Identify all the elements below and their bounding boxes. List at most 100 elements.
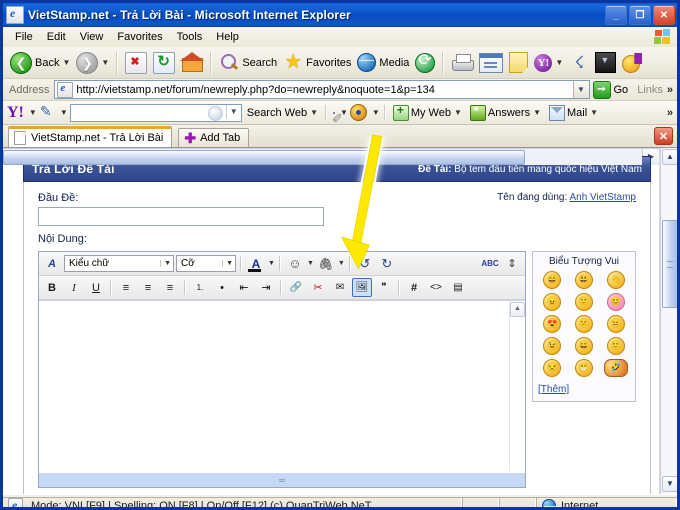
bold-button[interactable]: B	[42, 278, 62, 297]
smiley-wave[interactable]: 👋	[606, 271, 625, 289]
insert-html-button[interactable]: <>	[426, 278, 446, 297]
align-center-button[interactable]: ≡	[138, 278, 158, 297]
smiley-dropdown-icon[interactable]: ▼	[307, 260, 314, 267]
antispy-target-icon[interactable]	[349, 104, 367, 121]
font-color-dropdown-icon[interactable]: ▼	[268, 260, 275, 267]
menu-item-favorites[interactable]: Favorites	[110, 29, 169, 45]
hscroll-thumb[interactable]	[3, 150, 525, 165]
yahoo-dropdown-icon[interactable]: ▼	[555, 58, 563, 67]
restore-button[interactable]: ❐	[629, 5, 651, 25]
underline-button[interactable]: U	[86, 278, 106, 297]
menu-item-tools[interactable]: Tools	[170, 29, 210, 45]
antispy-dropdown-icon[interactable]: ▼	[372, 108, 380, 117]
answers-dropdown-icon[interactable]: ▼	[533, 108, 541, 117]
smiley-teeth[interactable]: 😁	[574, 359, 593, 377]
undo-button[interactable]: ↺	[355, 254, 375, 273]
ordered-list-button[interactable]: 1.	[190, 278, 210, 297]
vscroll-up-arrow-icon[interactable]: ▲	[662, 149, 677, 165]
indent-button[interactable]: ⇥	[256, 278, 276, 297]
scroll-up-arrow-icon[interactable]: ▲	[510, 302, 525, 317]
smiley-unamused[interactable]: 😒	[543, 359, 562, 377]
align-left-button[interactable]: ≡	[116, 278, 136, 297]
links-label[interactable]: Links	[633, 84, 667, 96]
print-button[interactable]	[448, 50, 476, 76]
forward-button[interactable]: ❯ ▼	[73, 50, 112, 76]
editor-text[interactable]	[44, 305, 508, 471]
smiley-love[interactable]: 😍	[543, 315, 562, 333]
history-button[interactable]	[412, 50, 438, 76]
editor-vertical-scrollbar[interactable]: ▲	[509, 301, 525, 471]
notes-button[interactable]	[506, 50, 531, 76]
my-web-dropdown-icon[interactable]: ▼	[454, 108, 462, 117]
research-button[interactable]: ☇	[566, 50, 592, 76]
home-button[interactable]	[178, 50, 206, 76]
insert-php-button[interactable]: ▤	[448, 278, 468, 297]
edit-button[interactable]	[476, 50, 506, 76]
expand-editor-button[interactable]: ⇕	[502, 254, 522, 273]
editor-horizontal-scrollbar[interactable]: ═	[39, 472, 525, 487]
go-button[interactable]: ➞ Go	[590, 80, 634, 99]
italic-button[interactable]: I	[64, 278, 84, 297]
smiley-button[interactable]: ☺	[285, 254, 305, 273]
unordered-list-button[interactable]: •	[212, 278, 232, 297]
back-dropdown-icon[interactable]: ▼	[62, 58, 70, 67]
menu-item-edit[interactable]: Edit	[40, 29, 73, 45]
insert-email-button[interactable]: ✉	[330, 278, 350, 297]
address-input[interactable]: http://vietstamp.net/forum/newreply.php?…	[54, 80, 590, 99]
pencil-dropdown-icon[interactable]: ▼	[60, 108, 68, 117]
pencil-icon[interactable]	[39, 103, 55, 121]
smiley-neutral[interactable]: 😐	[606, 315, 625, 333]
attach-button[interactable]: 🖇	[316, 254, 336, 273]
search-web-dropdown-icon[interactable]: ▼	[310, 108, 318, 117]
remove-link-button[interactable]: ✂	[308, 278, 328, 297]
minimize-button[interactable]: _	[605, 5, 627, 25]
tab-vietstamp[interactable]: VietStamp.net - Trả Lời Bài	[8, 126, 173, 147]
search-web-button[interactable]: Search Web ▼	[244, 106, 321, 120]
favorites-button[interactable]: ★ Favorites	[280, 50, 354, 76]
insert-code-hash-button[interactable]: #	[404, 278, 424, 297]
smilies-more-link[interactable]: [Thêm]	[538, 384, 569, 395]
answers-button[interactable]: Answers ▼	[467, 104, 544, 122]
hscroll-track[interactable]	[3, 149, 642, 165]
smiley-rofl[interactable]: 🤣	[603, 359, 628, 377]
editor-content-area[interactable]: ▲ ═	[39, 300, 525, 487]
menu-item-help[interactable]: Help	[209, 29, 246, 45]
insert-link-button[interactable]: 🔗	[286, 278, 306, 297]
attach-dropdown-icon[interactable]: ▼	[338, 260, 345, 267]
smiley-smile[interactable]: 🙂	[574, 293, 593, 311]
yahoo-logo-dropdown-icon[interactable]: ▼	[29, 108, 37, 117]
page-horizontal-scrollbar[interactable]: ▶	[3, 148, 659, 165]
yahoo-search-dropdown-icon[interactable]: ▼	[225, 104, 241, 119]
yahoo-search-input[interactable]: ▼	[69, 103, 242, 122]
smiley-plain[interactable]: 🙂	[606, 337, 625, 355]
font-style-icon[interactable]: A	[42, 254, 62, 273]
title-input[interactable]	[38, 207, 324, 226]
download-manager-button[interactable]	[592, 50, 619, 76]
menu-item-view[interactable]: View	[73, 29, 111, 45]
redo-button[interactable]: ↻	[377, 254, 397, 273]
yahoo-overflow-chevron[interactable]: »	[667, 107, 677, 119]
yahoo-logo-icon[interactable]: Y!	[7, 104, 24, 120]
smiley-wink[interactable]: 😉	[543, 337, 562, 355]
outdent-button[interactable]: ⇤	[234, 278, 254, 297]
font-color-button[interactable]: A	[246, 254, 266, 273]
insert-quote-button[interactable]: ❞	[374, 278, 394, 297]
page-vertical-scrollbar[interactable]: ▲ ▼	[660, 148, 677, 494]
refresh-button[interactable]	[150, 50, 178, 76]
address-dropdown-icon[interactable]: ▼	[572, 81, 589, 98]
smiley-blush[interactable]: 😊	[606, 293, 625, 311]
yahoo-messenger-button[interactable]: Y! ▼	[531, 50, 566, 76]
smiley-confused[interactable]: 😕	[574, 315, 593, 333]
panel-icon[interactable]	[332, 111, 335, 114]
vscroll-down-arrow-icon[interactable]: ▼	[662, 476, 677, 492]
font-size-select[interactable]: Cỡ ▼	[176, 255, 236, 272]
back-button[interactable]: ❮ Back ▼	[7, 50, 73, 76]
media-button[interactable]: Media	[354, 50, 412, 76]
align-right-button[interactable]: ≡	[160, 278, 180, 297]
add-tab-button[interactable]: ✚ Add Tab	[178, 128, 250, 147]
smiley-angry[interactable]: 😠	[543, 293, 562, 311]
mail-dropdown-icon[interactable]: ▼	[590, 108, 598, 117]
insert-image-button[interactable]: 🖼	[352, 278, 372, 297]
my-web-button[interactable]: My Web ▼	[390, 103, 465, 122]
security-zone-pane[interactable]: Internet	[536, 496, 677, 507]
